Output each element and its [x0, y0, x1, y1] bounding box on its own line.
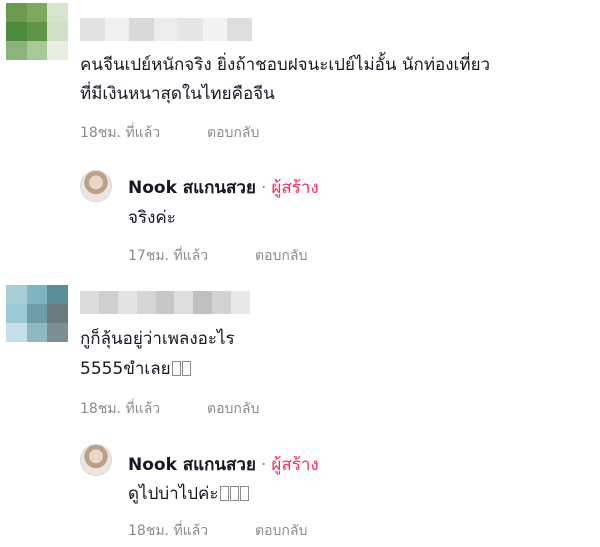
missing-emoji-glyph [239, 486, 249, 501]
pixel-cell [26, 323, 48, 342]
comment-text-line: คนจีนเปย์หนักจริง ยิ่งถ้าชอบฝจนะเปย์ไม่อ… [80, 55, 491, 75]
comment-text-line: 5555ขำเลย [80, 356, 191, 383]
pixel-cell [104, 18, 130, 41]
comment-text-line: ที่มีเงินหนาสุดในไทยคือจีน [80, 84, 275, 104]
creator-badge: ผู้สร้าง [271, 455, 319, 475]
creator-name[interactable]: Nook สแกนสวย [128, 451, 256, 478]
reply-button[interactable]: ตอบกลับ [255, 245, 307, 267]
pixel-cell [47, 304, 68, 323]
creator-header: Nook สแกนสวย · ผู้สร้าง [128, 451, 319, 478]
pixel-cell [47, 285, 68, 304]
comment-thread: คนจีนเปย์หนักจริง ยิ่งถ้าชอบฝจนะเปย์ไม่อ… [0, 0, 600, 547]
pixel-cell [174, 291, 194, 314]
commenter-name-blurred[interactable] [80, 291, 251, 314]
pixel-cell [26, 3, 48, 22]
pixel-cell [6, 323, 27, 342]
creator-avatar[interactable] [80, 170, 112, 202]
reply-button[interactable]: ตอบกลับ [255, 520, 307, 542]
separator-dot: · [260, 178, 267, 198]
reply-button[interactable]: ตอบกลับ [207, 398, 259, 420]
missing-emoji-glyph [181, 361, 191, 376]
reply-button[interactable]: ตอบกลับ [207, 122, 259, 144]
pixel-cell [26, 22, 48, 41]
pixel-cell [47, 41, 68, 60]
pixel-cell [6, 3, 27, 22]
pixel-cell [193, 291, 213, 314]
reply-timestamp: 18ชม. ที่แล้ว [128, 523, 209, 539]
creator-avatar[interactable] [80, 444, 112, 476]
pixel-cell [117, 291, 137, 314]
comment-timestamp: 18ชม. ที่แล้ว [80, 401, 161, 417]
commenter-avatar[interactable] [6, 3, 68, 60]
pixel-cell [212, 291, 232, 314]
pixel-cell [26, 41, 48, 60]
pixel-cell [202, 18, 228, 41]
pixel-cell [231, 291, 251, 314]
pixel-cell [153, 18, 179, 41]
pixel-cell [178, 18, 203, 41]
comment-timestamp: 18ชม. ที่แล้ว [80, 125, 161, 141]
pixel-cell [6, 304, 27, 323]
pixel-cell [6, 285, 27, 304]
commenter-name-blurred[interactable] [80, 18, 253, 41]
pixel-cell [227, 18, 253, 41]
separator-dot: · [260, 455, 267, 475]
creator-header: Nook สแกนสวย · ผู้สร้าง [128, 174, 319, 201]
missing-emoji-glyph [229, 486, 239, 501]
pixel-cell [26, 304, 48, 323]
comment-text-line: กูก็ลุ้นอยู่ว่าเพลงอะไร [80, 329, 235, 349]
pixel-cell [6, 41, 27, 60]
pixel-cell [80, 291, 99, 314]
reply-text: จริงค่ะ [128, 208, 176, 228]
pixel-cell [26, 285, 48, 304]
pixel-cell [129, 18, 154, 41]
missing-emoji-glyph [219, 486, 229, 501]
pixel-cell [6, 22, 27, 41]
missing-emoji-glyph [171, 361, 181, 376]
pixel-cell [47, 22, 68, 41]
creator-badge: ผู้สร้าง [271, 178, 319, 198]
pixel-cell [80, 18, 105, 41]
reply-text: ดูไปบ่าไปค่ะ [128, 481, 249, 508]
pixel-cell [155, 291, 175, 314]
pixel-cell [47, 3, 68, 22]
commenter-avatar[interactable] [6, 285, 68, 342]
pixel-cell [98, 291, 118, 314]
pixel-cell [136, 291, 156, 314]
pixel-cell [47, 323, 68, 342]
reply-timestamp: 17ชม. ที่แล้ว [128, 248, 209, 264]
creator-name[interactable]: Nook สแกนสวย [128, 174, 256, 201]
